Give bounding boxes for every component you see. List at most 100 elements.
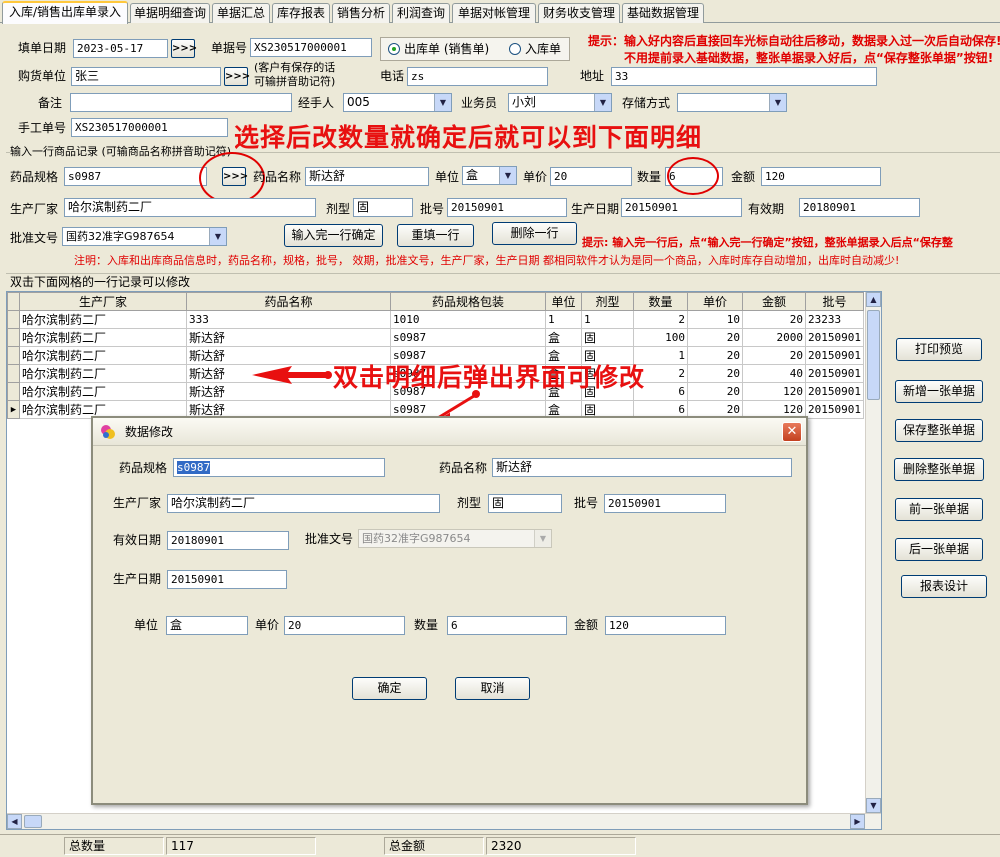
maker-field[interactable]: 哈尔滨制药二厂: [64, 198, 316, 217]
col-qty[interactable]: 数量: [633, 292, 688, 311]
delete-sheet-button[interactable]: 删除整张单据: [894, 458, 984, 481]
col-maker[interactable]: 生产厂家: [19, 292, 187, 311]
dlg-cancel-button[interactable]: 取消: [455, 677, 530, 700]
tab-sales-analysis[interactable]: 销售分析: [332, 3, 390, 23]
scroll-left-icon[interactable]: ◀: [7, 814, 22, 829]
chevron-down-icon[interactable]: ▼: [434, 94, 451, 111]
cell-price: 20: [687, 328, 743, 347]
horizontal-scrollbar[interactable]: ◀ ▶: [7, 813, 881, 829]
delete-row-button[interactable]: 删除一行: [492, 222, 577, 245]
col-amount[interactable]: 金额: [742, 292, 806, 311]
table-row[interactable]: 哈尔滨制药二厂 333 1010 1 1 2 10 20 23233: [7, 310, 864, 329]
tab-entry[interactable]: 入库/销售出库单录入: [2, 1, 128, 24]
radio-out-icon[interactable]: [388, 43, 400, 55]
dlg-mfg-field[interactable]: 20150901: [167, 570, 287, 589]
tab-profit[interactable]: 利润查询: [392, 3, 450, 23]
new-sheet-button[interactable]: 新增一张单据: [895, 380, 983, 403]
hscroll-thumb[interactable]: [24, 815, 42, 828]
vertical-scrollbar[interactable]: ▲ ▼: [865, 292, 881, 829]
next-sheet-button[interactable]: 后一张单据: [895, 538, 983, 561]
tab-bar: 入库/销售出库单录入 单据明细查询 单据汇总 库存报表 销售分析 利润查询 单据…: [0, 0, 1000, 24]
col-batch[interactable]: 批号: [805, 292, 864, 311]
scroll-up-icon[interactable]: ▲: [866, 292, 881, 307]
spec-field[interactable]: s0987: [64, 167, 207, 186]
tab-detail-query[interactable]: 单据明细查询: [130, 3, 210, 23]
chevron-down-icon[interactable]: ▼: [594, 94, 611, 111]
date-field[interactable]: 2023-05-17: [73, 39, 168, 58]
price-field[interactable]: 20: [550, 167, 632, 186]
chevron-down-icon[interactable]: ▼: [209, 228, 226, 245]
expiry-field[interactable]: 20180901: [799, 198, 920, 217]
print-preview-button[interactable]: 打印预览: [896, 338, 982, 361]
scroll-down-icon[interactable]: ▼: [866, 798, 881, 813]
col-spec[interactable]: 药品规格包装: [390, 292, 546, 311]
date-picker-button[interactable]: >>>: [171, 39, 197, 58]
cell-amount: 40: [742, 364, 806, 383]
cell-amount: 20: [742, 346, 806, 365]
tab-summary[interactable]: 单据汇总: [212, 3, 270, 23]
cell-qty: 2: [633, 310, 688, 329]
table-row[interactable]: 哈尔滨制药二厂 斯达舒 s0987 盒 固 100 20 2000 201509…: [7, 328, 864, 347]
col-price[interactable]: 单价: [687, 292, 743, 311]
save-sheet-button[interactable]: 保存整张单据: [895, 419, 983, 442]
cell-unit: 1: [545, 310, 582, 329]
radio-in-icon[interactable]: [509, 43, 521, 55]
approval-select[interactable]: 国药32准字G987654 ▼: [62, 227, 227, 246]
handler-select[interactable]: 005 ▼: [343, 93, 452, 112]
salesman-select[interactable]: 小刘 ▼: [508, 93, 612, 112]
radio-in-label[interactable]: 入库单: [525, 40, 561, 58]
remark-field[interactable]: [70, 93, 292, 112]
radio-out-label[interactable]: 出库单 (销售单): [404, 40, 489, 58]
remark-label: 备注: [38, 96, 63, 110]
dlg-price-field[interactable]: 20: [284, 616, 405, 635]
form-field[interactable]: 固: [353, 198, 413, 217]
dlg-unit-field[interactable]: 盒: [166, 616, 248, 635]
buyer-field[interactable]: 张三: [71, 67, 221, 86]
tab-reconcile[interactable]: 单据对帐管理: [452, 3, 536, 23]
dlg-batch-field[interactable]: 20150901: [604, 494, 726, 513]
qty-label: 数量: [637, 170, 662, 184]
refill-row-button[interactable]: 重填一行: [397, 224, 474, 247]
dlg-maker-field[interactable]: 哈尔滨制药二厂: [167, 494, 440, 513]
tab-stock-report[interactable]: 库存报表: [272, 3, 330, 23]
close-icon[interactable]: ✕: [782, 422, 802, 442]
manual-no-field[interactable]: XS230517000001: [71, 118, 228, 137]
report-design-button[interactable]: 报表设计: [901, 575, 987, 598]
address-field[interactable]: 33: [611, 67, 877, 86]
chevron-down-icon[interactable]: ▼: [769, 94, 786, 111]
handler-value: 005: [347, 95, 370, 109]
dialog-titlebar[interactable]: 数据修改 ✕: [93, 418, 806, 446]
dlg-qty-field[interactable]: 6: [447, 616, 567, 635]
docno-field[interactable]: XS230517000001: [250, 38, 372, 57]
name-field[interactable]: 斯达舒: [305, 167, 429, 186]
col-unit[interactable]: 单位: [545, 292, 582, 311]
name-label: 药品名称: [253, 170, 302, 184]
tab-base-data[interactable]: 基础数据管理: [622, 3, 704, 23]
dlg-form-field[interactable]: 固: [488, 494, 562, 513]
docno-label: 单据号: [211, 41, 248, 55]
phone-label: 电话: [380, 69, 405, 83]
batch-field[interactable]: 20150901: [447, 198, 567, 217]
amount-field[interactable]: 120: [761, 167, 881, 186]
dlg-expiry-field[interactable]: 20180901: [167, 531, 289, 550]
col-name[interactable]: 药品名称: [186, 292, 391, 311]
buyer-lookup-button[interactable]: >>>: [224, 67, 250, 86]
unit-select[interactable]: 盒 ▼: [462, 166, 517, 185]
tab-finance[interactable]: 财务收支管理: [538, 3, 620, 23]
mfg-date-field[interactable]: 20150901: [621, 198, 742, 217]
dlg-ok-button[interactable]: 确定: [352, 677, 427, 700]
dialog-title: 数据修改: [125, 425, 174, 439]
storage-select[interactable]: ▼: [677, 93, 787, 112]
dlg-name-field[interactable]: 斯达舒: [492, 458, 792, 477]
scroll-right-icon[interactable]: ▶: [850, 814, 865, 829]
confirm-row-button[interactable]: 输入完一行确定: [284, 224, 383, 247]
col-form[interactable]: 剂型: [581, 292, 634, 311]
phone-field[interactable]: zs: [407, 67, 548, 86]
scroll-thumb[interactable]: [867, 310, 880, 400]
prev-sheet-button[interactable]: 前一张单据: [895, 498, 983, 521]
dlg-amount-field[interactable]: 120: [605, 616, 726, 635]
edit-dialog[interactable]: 数据修改 ✕ 药品规格 s0987 药品名称 斯达舒 生产厂家 哈尔滨制药二厂 …: [91, 416, 808, 805]
dlg-spec-field[interactable]: s0987: [173, 458, 385, 477]
chevron-down-icon[interactable]: ▼: [499, 167, 516, 184]
cell-maker: 哈尔滨制药二厂: [19, 310, 187, 329]
